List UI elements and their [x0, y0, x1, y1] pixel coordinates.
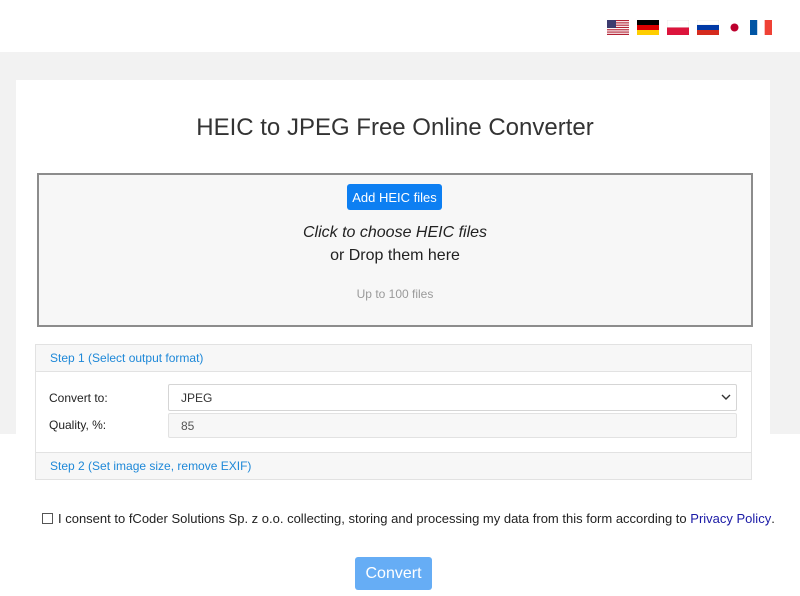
quality-field[interactable]: 85	[168, 413, 737, 438]
privacy-policy-link[interactable]: Privacy Policy	[690, 511, 771, 526]
consent-suffix: .	[771, 511, 775, 526]
step1-header[interactable]: Step 1 (Select output format)	[35, 344, 752, 372]
add-files-button[interactable]: Add HEIC files	[347, 184, 442, 210]
fr-flag-icon[interactable]	[750, 20, 772, 35]
file-limit-text: Up to 100 files	[356, 287, 434, 301]
consent-row: I consent to fCoder Solutions Sp. z o.o.…	[42, 511, 775, 526]
pl-flag-icon[interactable]	[667, 20, 689, 35]
step1-label[interactable]: Step 1 (Select output format)	[50, 351, 203, 365]
click-to-choose-text[interactable]: Click to choose HEIC files	[0, 224, 790, 242]
quality-value: 85	[181, 419, 195, 433]
us-flag-icon[interactable]	[607, 20, 629, 35]
drop-files-text: or Drop them here	[330, 247, 460, 264]
page-title: HEIC to JPEG Free Online Converter	[196, 114, 594, 141]
language-switcher	[607, 20, 772, 35]
chevron-down-icon	[721, 394, 731, 400]
convert-to-label: Convert to:	[49, 391, 108, 405]
jp-flag-icon[interactable]	[727, 20, 742, 35]
quality-label: Quality, %:	[49, 418, 107, 432]
consent-checkbox[interactable]	[42, 513, 53, 524]
output-format-value: JPEG	[181, 391, 213, 405]
de-flag-icon[interactable]	[637, 20, 659, 35]
convert-button[interactable]: Convert	[355, 557, 432, 590]
top-bar	[0, 0, 800, 52]
step2-header[interactable]: Step 2 (Set image size, remove EXIF)	[35, 452, 752, 480]
ru-flag-icon[interactable]	[697, 20, 719, 35]
consent-text: I consent to fCoder Solutions Sp. z o.o.…	[58, 511, 687, 526]
step2-label[interactable]: Step 2 (Set image size, remove EXIF)	[50, 459, 251, 473]
output-format-select[interactable]: JPEG	[168, 384, 737, 411]
